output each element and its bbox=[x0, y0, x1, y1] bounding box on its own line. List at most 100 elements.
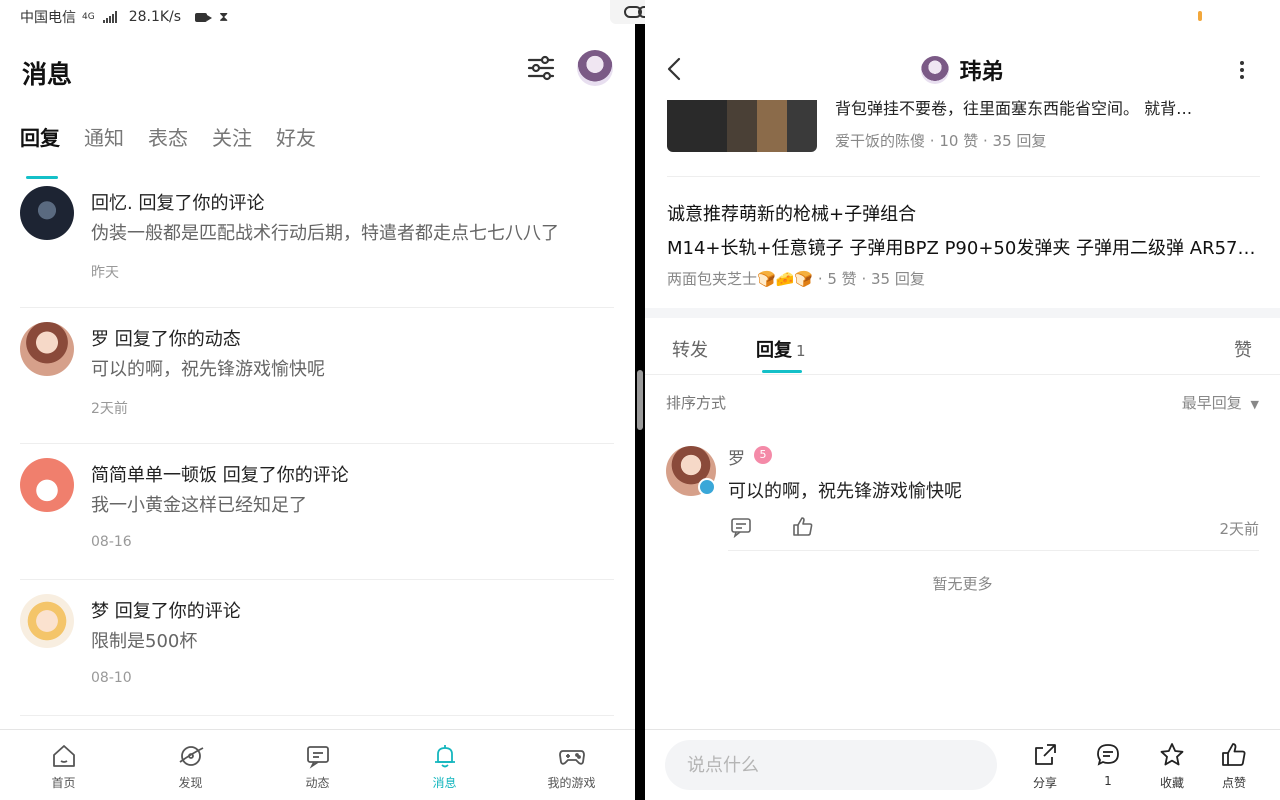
share-icon bbox=[1035, 744, 1056, 765]
nav-label: 我的游戏 bbox=[547, 776, 596, 790]
list-item[interactable]: 罗 回复了你的动态 可以的啊，祝先锋游戏愉快呢 2天前 bbox=[20, 308, 614, 444]
split-handle[interactable] bbox=[637, 370, 643, 430]
message-body: 限制是500杯 bbox=[91, 631, 198, 652]
tab-follow[interactable]: 关注 bbox=[212, 122, 252, 161]
comment-icon bbox=[1097, 744, 1119, 766]
screen: 中国电信 4G 28.1K/s ⧗ 消息 回复 通知 表态 关注 好友 回忆. … bbox=[0, 0, 1280, 800]
message-body: 伪装一般都是匹配战术行动后期，特遣者都走点七七八八了 bbox=[91, 223, 559, 244]
avatar[interactable] bbox=[20, 322, 74, 376]
thumb-up-icon bbox=[1222, 743, 1246, 766]
reply-text: 可以的啊，祝先锋游戏愉快呢 bbox=[728, 481, 962, 502]
tab-notice[interactable]: 通知 bbox=[84, 122, 124, 161]
message-body: 可以的啊，祝先锋游戏愉快呢 bbox=[91, 359, 325, 380]
avatar[interactable] bbox=[20, 594, 74, 648]
comment-input[interactable] bbox=[665, 740, 997, 790]
signal-icon bbox=[102, 11, 117, 23]
discover-icon bbox=[178, 746, 203, 766]
page-title: 消息 bbox=[22, 60, 73, 89]
reply-actions: 2天前 bbox=[728, 514, 1259, 551]
avatar[interactable] bbox=[921, 56, 950, 84]
related-post[interactable]: 诚意推荐萌新的枪械+子弹组合 M14+长轨+任意镜子 子弹用BPZ P90+50… bbox=[667, 200, 1260, 289]
nav-discover[interactable]: 发现 bbox=[127, 730, 254, 800]
like-label: 点赞 bbox=[1221, 776, 1246, 790]
post-description: 背包弹挂不要卷，往里面塞东西能省空间。 就背… bbox=[835, 100, 1193, 118]
battery-indicator-icon bbox=[1198, 11, 1202, 21]
tab-replies-label: 回复 bbox=[756, 340, 792, 361]
sort-bar: 排序方式 最早回复 ▼ bbox=[666, 392, 1259, 413]
message-tabs: 回复 通知 表态 关注 好友 bbox=[20, 122, 316, 179]
comment-count: 1 bbox=[1104, 774, 1112, 788]
post-author: 两面包夹芝士🍞🧀🍞 bbox=[667, 270, 814, 288]
tab-forward[interactable]: 转发 bbox=[672, 336, 708, 362]
post-replies: 35 回复 bbox=[871, 270, 925, 288]
camera-icon bbox=[195, 12, 213, 22]
reply-time: 2天前 bbox=[1219, 520, 1259, 538]
message-body: 我一小黄金这样已经知足了 bbox=[91, 495, 307, 516]
verified-icon bbox=[698, 478, 716, 496]
sort-dropdown[interactable]: 最早回复 ▼ bbox=[1182, 392, 1259, 413]
post-meta: 两面包夹芝士🍞🧀🍞 · 5 赞 · 35 回复 bbox=[667, 270, 925, 288]
network-speed: 28.1K/s bbox=[128, 9, 182, 25]
message-list: 回忆. 回复了你的评论 伪装一般都是匹配战术行动后期，特遣者都走点七七八八了 昨… bbox=[20, 172, 614, 716]
post-detail-pane: 玮弟 背包弹挂不要卷，往里面塞东西能省空间。 就背… 爱干饭的陈傻 · 10 赞… bbox=[645, 0, 1280, 800]
post-title: 诚意推荐萌新的枪械+子弹组合 bbox=[667, 204, 917, 225]
related-post[interactable]: 背包弹挂不要卷，往里面塞东西能省空间。 就背… 爱干饭的陈傻 · 10 赞 · … bbox=[667, 100, 1260, 177]
comment-button[interactable]: 1 bbox=[1086, 742, 1130, 788]
post-description: M14+长轨+任意镜子 子弹用BPZ P90+50发弹夹 子弹用二级弹 AR57… bbox=[667, 238, 1260, 259]
detail-header: 玮弟 bbox=[645, 50, 1280, 90]
post-author: 爱干饭的陈傻 bbox=[835, 132, 926, 150]
active-tab-indicator bbox=[762, 370, 802, 373]
post-likes: 5 赞 bbox=[827, 270, 857, 288]
tab-likes[interactable]: 赞 bbox=[1234, 336, 1252, 362]
reply-item: 罗 5 可以的啊，祝先锋游戏愉快呢 2天前 bbox=[666, 444, 1259, 551]
list-item[interactable]: 回忆. 回复了你的评论 伪装一般都是匹配战术行动后期，特遣者都走点七七八八了 昨… bbox=[20, 172, 614, 308]
post-meta: 爱干饭的陈傻 · 10 赞 · 35 回复 bbox=[835, 132, 1047, 150]
message-time: 2天前 bbox=[91, 401, 128, 417]
interaction-tabs: 转发 回复 1 赞 bbox=[645, 318, 1280, 375]
message-title: 回忆. 回复了你的评论 bbox=[91, 193, 265, 214]
reply-count: 1 bbox=[796, 342, 806, 360]
post-replies: 35 回复 bbox=[992, 132, 1047, 150]
my-avatar[interactable] bbox=[577, 50, 613, 86]
reply-author[interactable]: 罗 bbox=[728, 444, 745, 469]
favorite-label: 收藏 bbox=[1159, 776, 1184, 790]
share-button[interactable]: 分享 bbox=[1023, 742, 1067, 791]
section-separator bbox=[645, 308, 1280, 318]
like-button[interactable]: 点赞 bbox=[1212, 742, 1256, 791]
tab-replies[interactable]: 回复 1 bbox=[756, 336, 806, 362]
level-badge: 5 bbox=[754, 446, 772, 464]
tab-reply[interactable]: 回复 bbox=[20, 122, 60, 179]
post-thumbnail bbox=[667, 100, 817, 152]
favorite-button[interactable]: 收藏 bbox=[1150, 742, 1194, 791]
more-vertical-icon[interactable] bbox=[1237, 60, 1247, 80]
sort-value: 最早回复 bbox=[1181, 394, 1242, 412]
nav-label: 消息 bbox=[432, 776, 457, 790]
list-item[interactable]: 简简单单一顿饭 回复了你的评论 我一小黄金这样已经知足了 08-16 bbox=[20, 444, 614, 580]
list-item[interactable]: 梦 回复了你的评论 限制是500杯 08-10 bbox=[20, 580, 614, 716]
thumb-up-icon[interactable] bbox=[792, 516, 814, 538]
messages-pane: 中国电信 4G 28.1K/s ⧗ 消息 回复 通知 表态 关注 好友 回忆. … bbox=[0, 0, 635, 800]
message-title: 罗 回复了你的动态 bbox=[91, 329, 241, 350]
nav-messages[interactable]: 消息 bbox=[381, 730, 508, 800]
message-time: 08-10 bbox=[91, 670, 132, 686]
avatar[interactable] bbox=[20, 186, 74, 240]
nav-feed[interactable]: 动态 bbox=[254, 730, 381, 800]
bottom-nav: 首页 发现 动态 消息 我的游戏 bbox=[0, 729, 635, 800]
nav-label: 首页 bbox=[51, 776, 76, 790]
tab-friends[interactable]: 好友 bbox=[276, 122, 316, 161]
star-icon bbox=[1160, 743, 1184, 766]
comment-icon[interactable] bbox=[730, 516, 752, 538]
tab-reaction[interactable]: 表态 bbox=[148, 122, 188, 161]
network-type: 4G bbox=[82, 12, 95, 22]
caret-down-icon: ▼ bbox=[1250, 398, 1259, 411]
nav-home[interactable]: 首页 bbox=[0, 730, 127, 800]
filter-settings-icon[interactable] bbox=[525, 52, 557, 84]
nav-my-games[interactable]: 我的游戏 bbox=[508, 730, 635, 800]
nav-label: 发现 bbox=[178, 776, 203, 790]
message-title: 简简单单一顿饭 回复了你的评论 bbox=[91, 465, 349, 486]
comment-bar: 分享 1 收藏 点赞 bbox=[645, 729, 1280, 800]
message-title: 梦 回复了你的评论 bbox=[91, 601, 241, 622]
avatar[interactable] bbox=[20, 458, 74, 512]
share-label: 分享 bbox=[1032, 776, 1057, 790]
home-icon bbox=[52, 745, 75, 767]
